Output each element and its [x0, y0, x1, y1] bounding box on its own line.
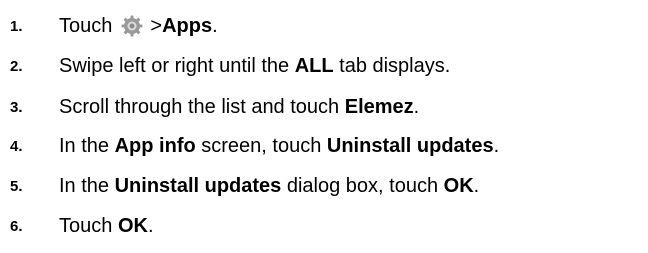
step-text: Scroll through the list and touch Elemez… — [59, 95, 420, 118]
step-text: In the Uninstall updates dialog box, tou… — [59, 174, 480, 197]
step-number: 5. — [10, 177, 23, 195]
step-text: Touch > Apps . — [59, 14, 218, 37]
step-number: 6. — [10, 217, 23, 235]
step-number: 3. — [10, 98, 23, 116]
step-text: Swipe left or right until the ALL tab di… — [59, 54, 451, 77]
step-number: 2. — [10, 57, 23, 75]
instruction-list: 1. Touch > Apps . 2. Swipe left or right… — [0, 0, 648, 253]
step-text: Touch OK . — [59, 214, 154, 237]
step-number: 4. — [10, 137, 23, 155]
step-number: 1. — [10, 17, 23, 35]
settings-gear-icon — [121, 15, 143, 37]
step-text: In the App info screen, touch Uninstall … — [59, 134, 500, 157]
